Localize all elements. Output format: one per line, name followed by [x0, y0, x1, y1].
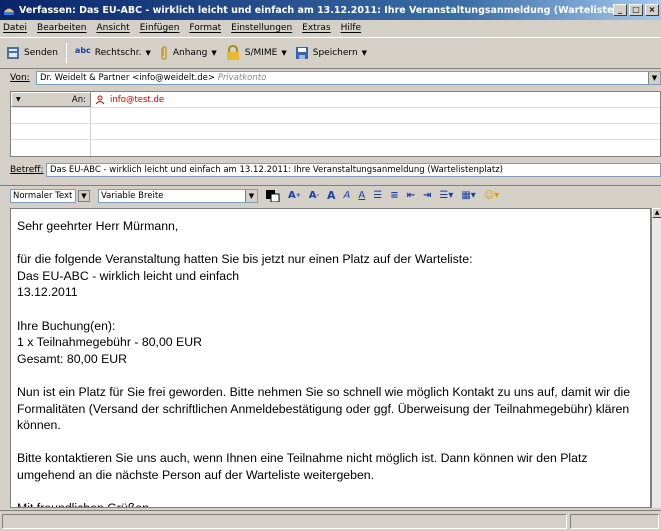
scroll-up-icon[interactable]: ▲ — [652, 208, 661, 218]
smime-button[interactable]: S/MIME ▼ — [225, 45, 287, 61]
align-icon[interactable]: ☰▾ — [439, 190, 453, 201]
contact-icon — [95, 95, 105, 104]
recipient-row-empty[interactable] — [11, 124, 660, 140]
body-scrollbar[interactable]: ▲ — [651, 208, 661, 508]
spellcheck-button[interactable]: abc Rechtschr. ▼ — [74, 45, 151, 59]
app-icon — [4, 8, 14, 15]
italic-icon[interactable]: A — [344, 190, 351, 201]
insert-icon[interactable]: ▦▾ — [461, 190, 475, 201]
chevron-down-icon[interactable]: ▼ — [281, 49, 286, 57]
recipient-row-empty[interactable] — [11, 108, 660, 124]
recipient-type-cell — [11, 140, 91, 156]
color-swatch-icon — [266, 189, 280, 202]
paperclip-icon — [161, 46, 167, 60]
status-panel — [570, 514, 659, 529]
chevron-down-icon[interactable]: ▼ — [211, 49, 216, 57]
smiley-icon[interactable]: ☺▾ — [484, 190, 499, 201]
menu-einfuegen[interactable]: Einfügen — [140, 23, 180, 33]
indent-icon[interactable]: ⇥ — [423, 190, 431, 201]
save-button[interactable]: Speichern ▼ — [295, 46, 367, 60]
recipient-field[interactable] — [91, 108, 660, 123]
send-button[interactable]: Senden — [6, 46, 58, 60]
chevron-down-icon[interactable]: ▼ — [648, 72, 660, 84]
save-label: Speichern — [312, 48, 358, 58]
paragraph-format-select[interactable]: Normaler Text — [10, 188, 76, 203]
text-color-button[interactable] — [266, 189, 280, 202]
menu-einstellungen[interactable]: Einstellungen — [231, 23, 292, 33]
lock-icon — [226, 45, 239, 60]
menu-datei[interactable]: Datei — [3, 23, 27, 33]
recipient-row[interactable]: ▼ An: info@test.de — [11, 92, 660, 108]
chevron-down-icon[interactable]: ▼ — [78, 189, 90, 202]
spellcheck-label: Rechtschr. — [94, 48, 142, 58]
menu-bar: Datei Bearbeiten Ansicht Einfügen Format… — [0, 20, 661, 36]
message-body[interactable]: Sehr geehrter Herr Mürmann, für die folg… — [10, 208, 651, 508]
menu-extras[interactable]: Extras — [302, 23, 330, 33]
paragraph-format-value: Normaler Text — [13, 190, 73, 201]
from-account: Privatkonto — [217, 73, 267, 83]
close-button[interactable]: × — [645, 4, 659, 16]
toolbar-separator — [65, 43, 67, 63]
from-row: Von: Dr. Weidelt & Partner <info@weidelt… — [0, 70, 661, 86]
attachment-button[interactable]: Anhang ▼ — [159, 45, 217, 61]
chevron-down-icon[interactable]: ▼ — [16, 96, 21, 103]
from-select[interactable]: Dr. Weidelt & Partner <info@weidelt.de> … — [36, 71, 661, 85]
numbered-list-icon[interactable]: ≡ — [390, 190, 398, 201]
from-label: Von: — [10, 73, 30, 83]
floppy-disk-icon — [295, 47, 308, 59]
subject-row: Betreff: Das EU-ABC - wirklich leicht un… — [0, 162, 661, 178]
minimize-button[interactable]: _ — [613, 4, 627, 16]
recipient-type-select[interactable]: ▼ An: — [11, 92, 91, 107]
attachment-label: Anhang — [172, 48, 208, 58]
font-select[interactable]: Variable Breite ▼ — [98, 188, 258, 203]
recipient-type: An: — [71, 94, 86, 105]
subject-label: Betreff: — [10, 165, 44, 175]
recipient-address: info@test.de — [110, 94, 165, 105]
recipient-row-empty[interactable] — [11, 140, 660, 156]
send-icon — [7, 47, 19, 59]
main-toolbar: Senden abc Rechtschr. ▼ Anhang ▼ S/MIME … — [0, 37, 661, 69]
recipient-field[interactable] — [91, 140, 660, 156]
smime-label: S/MIME — [244, 48, 278, 58]
menu-ansicht[interactable]: Ansicht — [96, 23, 129, 33]
menu-bearbeiten[interactable]: Bearbeiten — [37, 23, 86, 33]
bullet-list-icon[interactable]: ☰ — [373, 190, 382, 201]
recipient-field[interactable] — [91, 124, 660, 139]
outdent-icon[interactable]: ⇤ — [407, 190, 415, 201]
font-smaller-icon[interactable]: A- — [309, 190, 319, 201]
compose-window: Verfassen: Das EU-ABC - wirklich leicht … — [0, 0, 661, 531]
font-larger-icon[interactable]: A + — [288, 190, 301, 201]
menu-format[interactable]: Format — [189, 23, 221, 33]
menu-hilfe[interactable]: Hilfe — [341, 23, 361, 33]
format-toolbar: Normaler Text ▼ Variable Breite ▼ A + A- … — [0, 185, 661, 205]
send-label: Senden — [24, 48, 58, 58]
recipient-type-cell — [11, 124, 91, 139]
recipient-list: ▼ An: info@test.de — [10, 91, 661, 157]
recipient-field[interactable]: info@test.de — [91, 92, 660, 107]
title-bar[interactable]: Verfassen: Das EU-ABC - wirklich leicht … — [0, 0, 661, 20]
underline-icon[interactable]: A — [358, 190, 365, 201]
maximize-button[interactable]: □ — [629, 4, 643, 16]
status-bar — [0, 510, 661, 531]
chevron-down-icon[interactable]: ▼ — [362, 49, 367, 57]
font-value: Variable Breite — [101, 190, 164, 201]
status-panel — [2, 514, 567, 529]
spellcheck-icon: abc — [74, 45, 91, 55]
chevron-down-icon[interactable]: ▼ — [245, 189, 257, 202]
window-title: Verfassen: Das EU-ABC - wirklich leicht … — [19, 4, 613, 16]
subject-input[interactable]: Das EU-ABC - wirklich leicht und einfach… — [46, 163, 661, 177]
bold-icon[interactable]: A — [327, 189, 336, 202]
chevron-down-icon[interactable]: ▼ — [145, 49, 150, 57]
recipient-type-cell — [11, 108, 91, 123]
from-value: Dr. Weidelt & Partner <info@weidelt.de> — [40, 73, 215, 83]
